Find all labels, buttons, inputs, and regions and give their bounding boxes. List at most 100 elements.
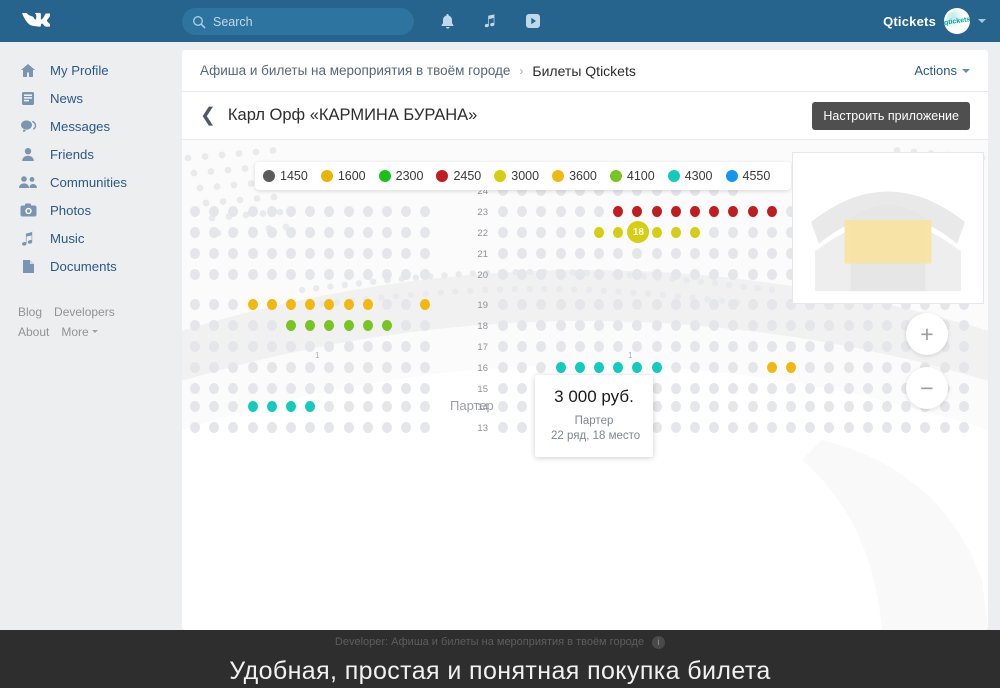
seat[interactable] (670, 341, 681, 352)
seat[interactable] (190, 320, 200, 331)
seat[interactable] (498, 299, 508, 310)
seat[interactable] (247, 422, 258, 433)
seat[interactable] (958, 383, 969, 394)
seat[interactable] (690, 248, 700, 259)
seat[interactable] (266, 383, 277, 394)
seat[interactable] (747, 227, 758, 238)
seat[interactable] (670, 269, 681, 280)
seat[interactable] (266, 401, 277, 412)
seat[interactable] (786, 422, 796, 433)
seat[interactable] (343, 269, 354, 280)
seat[interactable] (498, 341, 508, 352)
seat[interactable] (247, 383, 258, 394)
seat[interactable] (651, 248, 662, 259)
legend-item-4550[interactable]: 4550 (725, 169, 770, 183)
seat[interactable] (766, 341, 777, 352)
seat[interactable] (594, 248, 604, 259)
seat[interactable] (190, 299, 200, 310)
seat[interactable] (843, 401, 854, 412)
seat[interactable] (343, 401, 354, 412)
seat[interactable] (362, 206, 373, 217)
seat[interactable] (382, 401, 392, 412)
seat[interactable] (766, 320, 777, 331)
seat[interactable] (266, 206, 277, 217)
seat[interactable] (190, 206, 200, 217)
seat[interactable] (594, 299, 604, 310)
sidebar-item-documents[interactable]: Documents (0, 252, 182, 280)
legend-item-1450[interactable]: 1450 (263, 169, 308, 183)
seat[interactable] (382, 383, 392, 394)
seat[interactable] (498, 383, 508, 394)
bell-icon[interactable] (437, 10, 457, 32)
seat[interactable] (382, 299, 392, 310)
sidebar-link-about[interactable]: About (18, 323, 49, 342)
seat[interactable] (766, 206, 777, 217)
seat[interactable] (651, 269, 662, 280)
seat[interactable] (690, 401, 700, 412)
seat[interactable] (843, 383, 854, 394)
seat[interactable] (190, 341, 200, 352)
seat[interactable] (670, 227, 681, 238)
seat[interactable] (574, 248, 585, 259)
seat[interactable] (747, 341, 758, 352)
zoom-in-button[interactable]: + (906, 313, 948, 355)
legend-item-1600[interactable]: 1600 (320, 169, 366, 183)
seat[interactable] (247, 206, 258, 217)
seat[interactable] (498, 206, 508, 217)
seat[interactable] (190, 383, 200, 394)
chevron-down-icon[interactable] (978, 19, 986, 23)
seat[interactable] (266, 320, 277, 331)
seat[interactable] (958, 362, 969, 373)
seat[interactable] (670, 299, 681, 310)
seat[interactable] (766, 362, 777, 373)
chevron-left-icon[interactable]: ❮ (200, 106, 216, 125)
seat-map-stage[interactable]: 1450 1600 2300 2450 3000 3600 4100 4300 4550 1 1… (182, 140, 988, 630)
seat[interactable] (286, 299, 296, 310)
seat[interactable] (190, 227, 200, 238)
seat[interactable] (574, 206, 585, 217)
sidebar-link-developers[interactable]: Developers (54, 303, 115, 322)
seat[interactable] (343, 383, 354, 394)
sidebar-link-more[interactable]: More (61, 323, 88, 342)
seat[interactable] (498, 320, 508, 331)
seat[interactable] (362, 362, 373, 373)
seat[interactable] (882, 422, 892, 433)
seat[interactable] (266, 299, 277, 310)
seat[interactable] (690, 269, 700, 280)
seat[interactable] (574, 320, 585, 331)
seat[interactable] (958, 401, 969, 412)
seat[interactable] (670, 320, 681, 331)
seat[interactable] (786, 320, 796, 331)
seat[interactable] (882, 362, 892, 373)
seat[interactable] (190, 422, 200, 433)
sidebar-item-friends[interactable]: Friends (0, 140, 182, 168)
seat[interactable] (574, 299, 585, 310)
seat[interactable] (786, 383, 796, 394)
seat[interactable] (747, 401, 758, 412)
vk-logo-icon[interactable] (0, 11, 72, 31)
seat[interactable] (266, 269, 277, 280)
seat[interactable] (247, 362, 258, 373)
seat[interactable] (382, 269, 392, 280)
seat[interactable] (286, 248, 296, 259)
seat[interactable] (594, 320, 604, 331)
seat[interactable] (862, 341, 873, 352)
seat[interactable] (266, 341, 277, 352)
seat[interactable] (747, 269, 758, 280)
seat[interactable] (670, 362, 681, 373)
seat[interactable] (498, 248, 508, 259)
seat[interactable] (843, 422, 854, 433)
seat[interactable] (286, 422, 296, 433)
seat[interactable] (958, 422, 969, 433)
seat[interactable] (882, 401, 892, 412)
seat[interactable] (555, 299, 566, 310)
seat[interactable] (690, 320, 700, 331)
seat[interactable] (555, 227, 566, 238)
seat[interactable] (343, 320, 354, 331)
sidebar-item-news[interactable]: News (0, 84, 182, 112)
breadcrumb-parent[interactable]: Афиша и билеты на мероприятия в твоём го… (200, 63, 510, 78)
seat[interactable] (651, 227, 662, 238)
seat[interactable] (343, 422, 354, 433)
seat[interactable] (670, 206, 681, 217)
sidebar-item-communities[interactable]: Communities (0, 168, 182, 196)
